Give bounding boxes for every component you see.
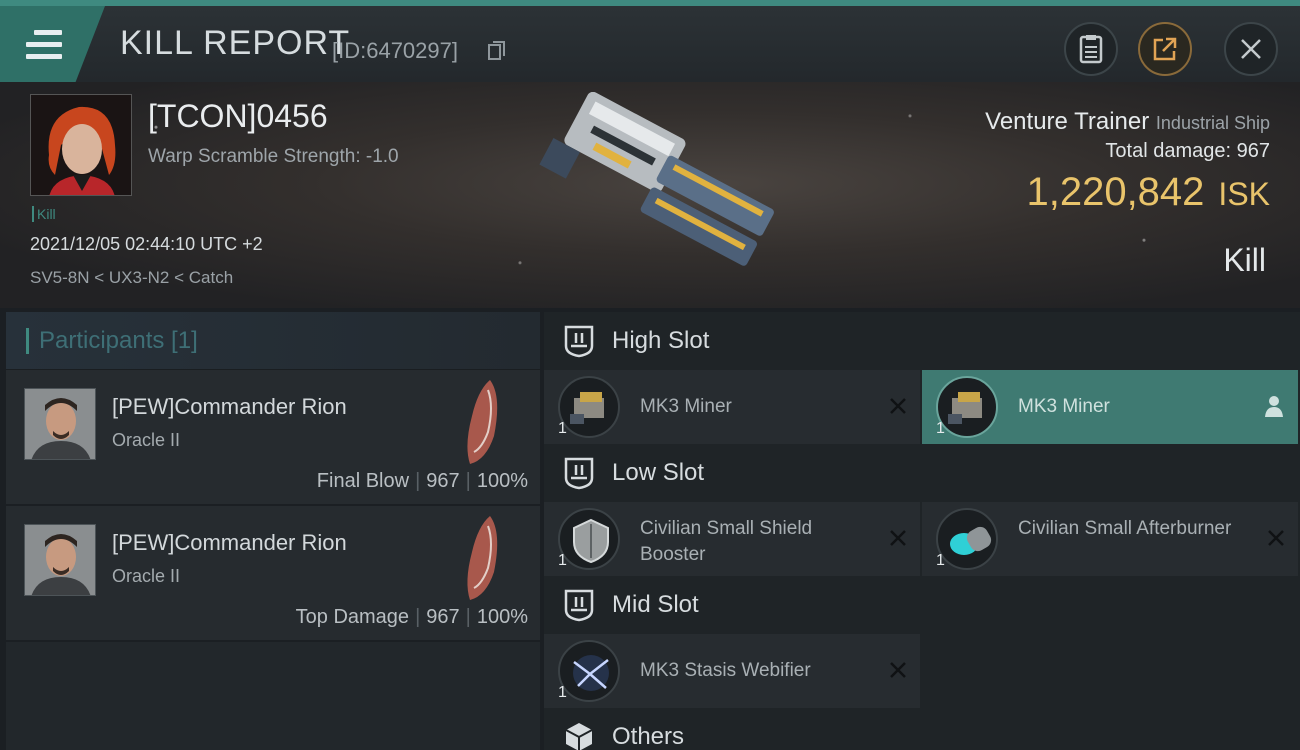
module-quantity: 1 <box>936 420 945 437</box>
participant-percent: 100% <box>476 606 528 628</box>
module-name: MK3 Miner <box>640 396 732 417</box>
kill-id: [ID:6470297] <box>332 38 458 63</box>
module-item[interactable]: 1 MK3 Stasis Webifier <box>544 634 920 708</box>
fitting-panel: High Slot 1 MK3 Miner 1 MK3 Miner Low Sl… <box>544 312 1300 750</box>
oracle-ship-icon <box>467 380 498 464</box>
module-item[interactable]: 1 Civilian Small Shield Booster <box>544 502 920 576</box>
victim-ship-image <box>539 92 774 266</box>
destroyed-x-icon <box>1268 530 1284 546</box>
stasis-webifier-icon <box>558 640 620 702</box>
close-icon <box>1241 39 1261 59</box>
miner-icon <box>936 376 998 438</box>
total-damage-value: 967 <box>1236 140 1270 162</box>
participant-row[interactable]: [PEW]Commander Rion Oracle II Final Blow… <box>6 370 540 506</box>
module-quantity: 1 <box>558 420 567 437</box>
victim-banner: [TCON]0456 Warp Scramble Strength: -1.0 … <box>0 82 1300 308</box>
oracle-ship-icon <box>467 516 498 600</box>
person-icon <box>1265 396 1283 417</box>
kill-timestamp: 2021/12/05 02:44:10 UTC +2 <box>30 234 263 254</box>
mid-slot-header: Mid Slot <box>544 576 1300 634</box>
page-title: KILL REPORT <box>120 24 351 62</box>
destroyed-x-icon <box>890 530 906 546</box>
module-name: Civilian Small Shield Booster <box>640 518 813 565</box>
total-damage: Total damage: 967 <box>1105 140 1270 163</box>
participant-row[interactable]: [PEW]Commander Rion Oracle II Top Damage… <box>6 506 540 642</box>
participants-header[interactable]: Participants [1] <box>6 312 540 370</box>
low-slot-label: Low Slot <box>612 459 705 486</box>
victim-avatar[interactable] <box>30 94 132 196</box>
afterburner-icon <box>936 508 998 570</box>
low-slot-header: Low Slot <box>544 444 1300 502</box>
shield-booster-icon <box>558 508 620 570</box>
module-item[interactable]: 1 Civilian Small Afterburner <box>922 502 1298 576</box>
ship-name: Venture Trainer <box>985 108 1150 135</box>
module-item[interactable]: 1 MK3 Miner <box>922 370 1298 444</box>
victim-name[interactable]: [TCON]0456 <box>148 98 328 135</box>
participant-role: Final Blow <box>316 470 410 492</box>
participant-avatar[interactable] <box>24 388 96 460</box>
destroyed-x-icon <box>890 398 906 414</box>
module-name: MK3 Stasis Webifier <box>640 660 811 681</box>
share-icon <box>1153 37 1177 61</box>
others-label: Others <box>612 723 685 750</box>
close-button[interactable] <box>1224 22 1278 76</box>
warp-scramble-strength: Warp Scramble Strength: -1.0 <box>148 146 399 167</box>
destroyed-x-icon <box>890 662 906 678</box>
clipboard-icon <box>1079 35 1103 64</box>
ship-class: Industrial Ship <box>1155 113 1270 133</box>
cube-icon <box>565 723 593 750</box>
menu-button[interactable] <box>0 6 105 82</box>
module-quantity: 1 <box>558 552 567 569</box>
participant-stats: Final Blow | 967 | 100% <box>316 470 528 492</box>
miner-icon <box>558 376 620 438</box>
kill-result: Kill <box>1223 242 1266 278</box>
module-quantity: 1 <box>936 552 945 569</box>
participant-damage: 967 <box>426 470 460 492</box>
participant-percent: 100% <box>476 470 528 492</box>
copy-icon[interactable] <box>488 41 506 61</box>
share-button[interactable] <box>1138 22 1192 76</box>
participant-ship: Oracle II <box>112 430 181 450</box>
participant-ship: Oracle II <box>112 566 181 586</box>
mid-slot-label: Mid Slot <box>612 591 699 618</box>
victim-ship[interactable]: Venture Trainer Industrial Ship <box>985 108 1270 136</box>
module-quantity: 1 <box>558 684 567 701</box>
high-slot-header: High Slot <box>544 312 1300 370</box>
participant-name: [PEW]Commander Rion <box>112 530 347 555</box>
header-bar: KILL REPORT [ID:6470297] <box>0 0 1300 82</box>
high-slot-icon <box>564 325 594 358</box>
others-header: Others <box>544 708 1300 750</box>
kill-tag: Kill <box>32 206 56 222</box>
low-slot-icon <box>564 457 594 490</box>
total-damage-label: Total damage: <box>1105 140 1232 162</box>
isk-unit: ISK <box>1218 176 1270 212</box>
isk-amount: 1,220,842 <box>1026 170 1205 214</box>
module-name: MK3 Miner <box>1018 396 1110 417</box>
participants-panel: Participants [1] [PEW]Commander Rion Ora… <box>6 312 540 750</box>
high-slot-label: High Slot <box>612 327 710 354</box>
participant-avatar[interactable] <box>24 524 96 596</box>
participant-damage: 967 <box>426 606 460 628</box>
module-name: Civilian Small Afterburner <box>1018 518 1232 539</box>
menu-icon <box>26 30 62 60</box>
kill-location[interactable]: SV5-8N < UX3-N2 < Catch <box>30 268 233 288</box>
mid-slot-icon <box>564 589 594 622</box>
isk-value: 1,220,842 ISK <box>1026 170 1270 215</box>
participant-role: Top Damage <box>295 606 410 628</box>
module-item[interactable]: 1 MK3 Miner <box>544 370 920 444</box>
participant-name: [PEW]Commander Rion <box>112 394 347 419</box>
participant-stats: Top Damage | 967 | 100% <box>295 606 528 628</box>
notes-button[interactable] <box>1064 22 1118 76</box>
participants-title: Participants [1] <box>39 326 198 354</box>
